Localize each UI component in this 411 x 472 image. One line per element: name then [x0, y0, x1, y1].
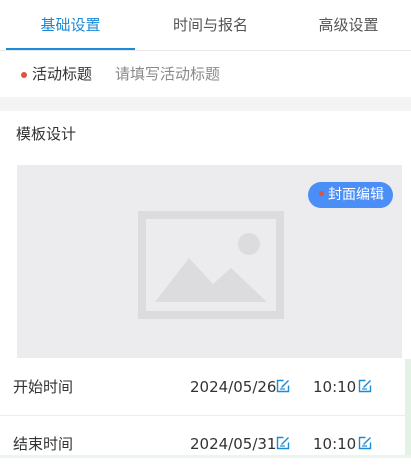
activity-title-label: 活动标题: [32, 65, 93, 83]
edit-icon[interactable]: [358, 436, 372, 450]
section-divider: [0, 97, 411, 111]
activity-title-input[interactable]: [112, 61, 398, 87]
cover-edit-label: 封面编辑: [328, 187, 384, 203]
active-tab-indicator: [6, 48, 135, 50]
required-dot-icon: [21, 72, 27, 78]
edit-icon[interactable]: [276, 436, 290, 450]
end-time-label: 结束时间: [13, 435, 74, 453]
start-date-value[interactable]: 2024/05/26: [190, 359, 276, 415]
end-time-row: 结束时间 2024/05/31 10:10: [0, 416, 411, 472]
start-time-label: 开始时间: [13, 378, 74, 396]
cover-image[interactable]: 封面编辑: [17, 165, 402, 358]
image-placeholder-icon: [138, 211, 284, 319]
side-strip: [405, 359, 411, 458]
required-dot-icon: [319, 191, 324, 196]
template-design-section: 模板设计 封面编辑: [0, 111, 411, 361]
end-time-value[interactable]: 10:10: [313, 416, 356, 472]
template-design-title: 模板设计: [16, 125, 77, 143]
start-time-row: 开始时间 2024/05/26 10:10: [0, 359, 411, 416]
start-time-value[interactable]: 10:10: [313, 359, 356, 415]
tab-bar: 基础设置 时间与报名 高级设置: [0, 0, 411, 51]
activity-title-row: 活动标题: [0, 51, 411, 97]
tab-time-and-registration[interactable]: 时间与报名: [143, 0, 278, 50]
tab-basic-settings[interactable]: 基础设置: [6, 0, 135, 50]
cover-edit-button[interactable]: 封面编辑: [308, 182, 393, 208]
edit-icon[interactable]: [276, 379, 290, 393]
edit-icon[interactable]: [358, 379, 372, 393]
tab-advanced-settings[interactable]: 高级设置: [286, 0, 411, 50]
end-date-value[interactable]: 2024/05/31: [190, 416, 276, 472]
